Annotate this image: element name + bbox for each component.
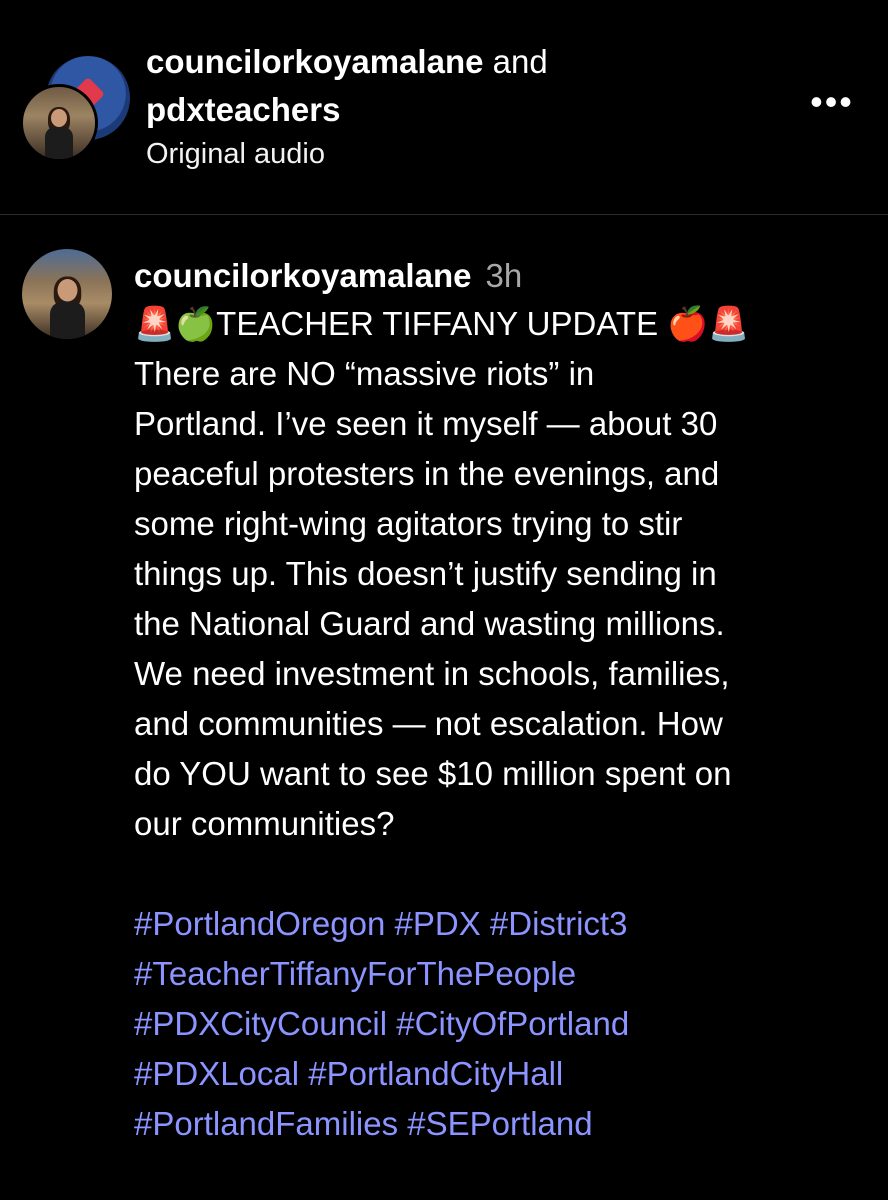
hashtag-list: #PortlandOregon #PDX #District3 #TeacherT… [134, 899, 874, 1149]
comment-username[interactable]: councilorkoyamalane [134, 257, 471, 294]
comment-body: councilorkoyamalane 3h 🚨🍏TEACHER TIFFANY … [134, 253, 874, 1149]
hashtag-link[interactable]: #PDXCityCouncil [134, 1005, 387, 1042]
hashtag-link[interactable]: #PortlandOregon [134, 905, 385, 942]
more-horizontal-icon: ••• [810, 81, 854, 122]
hashtag-link[interactable]: #CityOfPortland [396, 1005, 629, 1042]
more-options-button[interactable]: ••• [802, 80, 862, 124]
header-text: councilorkoyamalane and pdxteachers Orig… [146, 38, 746, 174]
hashtag-link[interactable]: #PortlandFamilies [134, 1105, 398, 1142]
hashtag-link[interactable]: #TeacherTiffanyForThePeople [134, 955, 576, 992]
audio-link[interactable]: Original audio [146, 134, 746, 174]
hashtag-link[interactable]: #District3 [490, 905, 628, 942]
hashtag-line: #PDXCityCouncil #CityOfPortland [134, 999, 874, 1049]
comment-header: councilorkoyamalane 3h [134, 253, 874, 299]
author2-link[interactable]: pdxteachers [146, 91, 340, 128]
person-photo [45, 107, 73, 159]
comment-text: There are NO “massive riots” in Portland… [134, 355, 732, 842]
person-photo [50, 276, 85, 339]
hashtag-link[interactable]: #PDX [395, 905, 481, 942]
hashtag-line: #PortlandOregon #PDX #District3 [134, 899, 874, 949]
hashtag-line: #TeacherTiffanyForThePeople [134, 949, 874, 999]
author1-link[interactable]: councilorkoyamalane [146, 43, 483, 80]
caption-comment: councilorkoyamalane 3h 🚨🍏TEACHER TIFFANY … [0, 215, 888, 1200]
comment-avatar[interactable] [22, 249, 112, 339]
hashtag-link[interactable]: #SEPortland [407, 1105, 592, 1142]
hashtag-line: #PortlandFamilies #SEPortland [134, 1099, 874, 1149]
comment-title: 🚨🍏TEACHER TIFFANY UPDATE 🍎🚨 [134, 305, 750, 342]
collab-avatars[interactable] [20, 56, 130, 162]
hashtag-link[interactable]: #PortlandCityHall [308, 1055, 563, 1092]
comment-timestamp: 3h [485, 257, 523, 294]
hashtag-link[interactable]: #PDXLocal [134, 1055, 299, 1092]
author-joiner: and [492, 43, 548, 80]
councilorkoyamalane-avatar[interactable] [20, 84, 98, 162]
post-header: councilorkoyamalane and pdxteachers Orig… [0, 0, 888, 214]
hashtag-line: #PDXLocal #PortlandCityHall [134, 1049, 874, 1099]
